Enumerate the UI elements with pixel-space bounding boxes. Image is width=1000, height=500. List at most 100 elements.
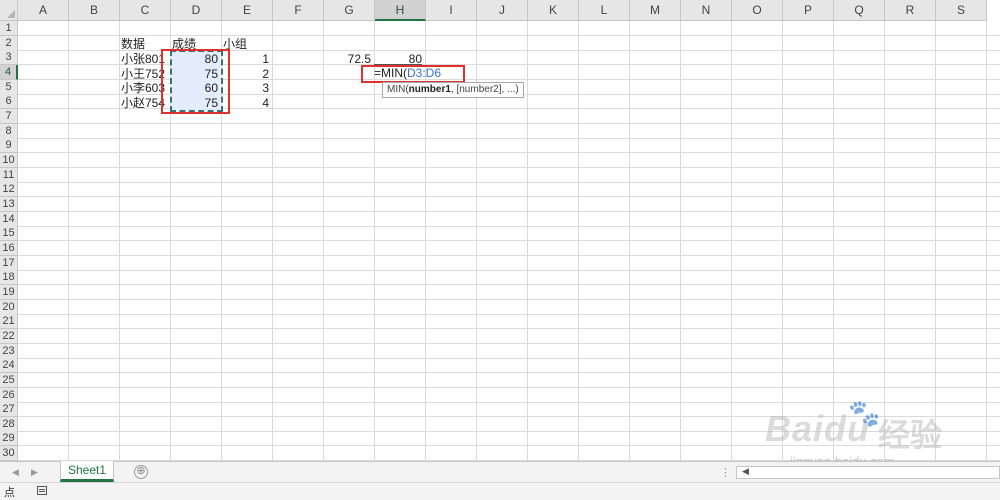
gridline-horizontal	[18, 123, 1000, 124]
gridline-vertical	[884, 21, 885, 461]
row-header-17[interactable]: 17	[0, 256, 18, 271]
gridline-horizontal	[18, 299, 1000, 300]
column-header-p[interactable]: P	[783, 0, 834, 21]
column-header-d[interactable]: D	[171, 0, 222, 21]
gridline-horizontal	[18, 35, 1000, 36]
row-header-21[interactable]: 21	[0, 314, 18, 329]
column-header-i[interactable]: I	[426, 0, 477, 21]
select-all-corner[interactable]	[0, 0, 18, 21]
cell-g3[interactable]: 72.5	[323, 52, 371, 66]
gridline-horizontal	[18, 138, 1000, 139]
row-header-29[interactable]: 29	[0, 431, 18, 446]
row-header-26[interactable]: 26	[0, 388, 18, 403]
add-sheet-icon[interactable]: ⊕	[134, 465, 148, 479]
row-header-15[interactable]: 15	[0, 226, 18, 241]
cell-c5[interactable]: 小李603	[121, 81, 165, 95]
row-header-9[interactable]: 9	[0, 138, 18, 153]
column-header-m[interactable]: M	[630, 0, 681, 21]
prev-sheet-arrow-icon[interactable]: ◀	[12, 467, 19, 478]
row-header-8[interactable]: 8	[0, 124, 18, 139]
row-header-11[interactable]: 11	[0, 168, 18, 183]
gridline-horizontal	[18, 387, 1000, 388]
gridline-horizontal	[18, 211, 1000, 212]
row-header-12[interactable]: 12	[0, 182, 18, 197]
tooltip-func-name: MIN(	[387, 84, 409, 95]
function-argument-tooltip[interactable]: MIN(number1, [number2], ...)	[382, 82, 524, 98]
status-mode-text: 点	[4, 487, 15, 499]
column-header-r[interactable]: R	[885, 0, 936, 21]
column-header-a[interactable]: A	[18, 0, 69, 21]
row-header-22[interactable]: 22	[0, 329, 18, 344]
row-header-18[interactable]: 18	[0, 270, 18, 285]
cell-c6[interactable]: 小赵754	[121, 96, 165, 110]
row-header-20[interactable]: 20	[0, 300, 18, 315]
column-header-q[interactable]: Q	[834, 0, 885, 21]
row-header-23[interactable]: 23	[0, 344, 18, 359]
cell-c2[interactable]: 数据	[121, 37, 145, 51]
column-header-l[interactable]: L	[579, 0, 630, 21]
row-header-30[interactable]: 30	[0, 446, 18, 461]
gridline-horizontal	[18, 270, 1000, 271]
sheet-tab-sheet1[interactable]: Sheet1	[60, 461, 114, 482]
worksheet-grid[interactable]: ABCDEFGHIJKLMNOPQRS 1 2 3 4 5 6 7 8 9 10 11 12 13 14 1…	[0, 0, 1000, 461]
gridline-horizontal	[18, 240, 1000, 241]
column-header-c[interactable]: C	[120, 0, 171, 21]
cell-c3[interactable]: 小张801	[121, 52, 165, 66]
row-header-10[interactable]: 10	[0, 153, 18, 168]
row-header-13[interactable]: 13	[0, 197, 18, 212]
column-header-b[interactable]: B	[69, 0, 120, 21]
gridline-vertical	[323, 21, 324, 461]
column-header-k[interactable]: K	[528, 0, 579, 21]
gridline-vertical	[986, 21, 987, 461]
column-header-s[interactable]: S	[936, 0, 987, 21]
next-sheet-arrow-icon[interactable]: ▶	[31, 467, 38, 478]
gridline-horizontal	[18, 328, 1000, 329]
gridline-horizontal	[18, 416, 1000, 417]
column-header-h[interactable]: H	[375, 0, 426, 21]
column-header-g[interactable]: G	[324, 0, 375, 21]
row-header-24[interactable]: 24	[0, 358, 18, 373]
gridline-horizontal	[18, 372, 1000, 373]
row-header-2[interactable]: 2	[0, 36, 18, 51]
row-header-19[interactable]: 19	[0, 285, 18, 300]
gridline-horizontal	[18, 431, 1000, 432]
row-header-5[interactable]: 5	[0, 80, 18, 95]
gridline-horizontal	[18, 358, 1000, 359]
row-header-27[interactable]: 27	[0, 402, 18, 417]
status-bar: 点	[0, 482, 1000, 500]
row-header-3[interactable]: 3	[0, 50, 18, 65]
row-header-7[interactable]: 7	[0, 109, 18, 124]
select-all-triangle-icon	[7, 10, 15, 18]
column-header-f[interactable]: F	[273, 0, 324, 21]
row-header-1[interactable]: 1	[0, 21, 18, 36]
cell-h4-formula-editor[interactable]: =MIN(D3:D6	[374, 66, 464, 81]
gridline-horizontal	[18, 445, 1000, 446]
macro-record-icon[interactable]	[37, 486, 47, 495]
column-header-j[interactable]: J	[477, 0, 528, 21]
tab-split-handle-icon[interactable]: ⋮	[720, 466, 731, 479]
tooltip-current-arg[interactable]: number1	[409, 84, 451, 95]
column-header-e[interactable]: E	[222, 0, 273, 21]
cell-c4[interactable]: 小王752	[121, 67, 165, 81]
gridline-horizontal	[18, 284, 1000, 285]
row-header-6[interactable]: 6	[0, 94, 18, 109]
formula-prefix: =MIN(	[374, 66, 407, 80]
horizontal-scrollbar[interactable]	[736, 466, 1000, 479]
row-header-25[interactable]: 25	[0, 373, 18, 388]
row-header-4[interactable]: 4	[0, 65, 18, 80]
gridline-vertical	[578, 21, 579, 461]
formula-range-ref: D3:D6	[407, 66, 442, 80]
row-header-16[interactable]: 16	[0, 241, 18, 256]
column-header-n[interactable]: N	[681, 0, 732, 21]
annotation-box-score-range	[161, 49, 230, 114]
column-header-o[interactable]: O	[732, 0, 783, 21]
row-header-14[interactable]: 14	[0, 212, 18, 227]
sheet-tab-bar: ◀ ▶ Sheet1 ⊕ ⋮ ◀	[0, 461, 1000, 482]
gridline-horizontal	[18, 314, 1000, 315]
gridline-vertical	[833, 21, 834, 461]
tooltip-other-args: , [number2], ...)	[450, 84, 519, 95]
scroll-left-arrow-icon[interactable]: ◀	[742, 466, 749, 477]
gridline-horizontal	[18, 167, 1000, 168]
row-header-28[interactable]: 28	[0, 417, 18, 432]
gridline-vertical	[731, 21, 732, 461]
